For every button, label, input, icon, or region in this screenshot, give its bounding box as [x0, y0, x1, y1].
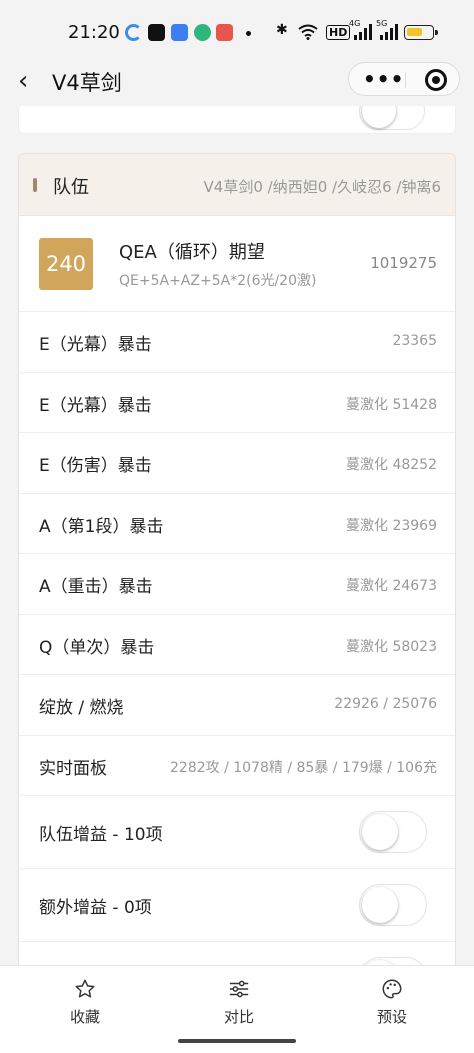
tab-label: 预设 — [376, 1008, 407, 1026]
main-row-subtitle: QE+5A+AZ+5A*2(6光/20激) — [119, 273, 317, 289]
status-time: 21:20 — [68, 22, 120, 43]
team-buff-label: 队伍增益 - 10项 — [39, 825, 163, 845]
row-label: 绽放 / 燃烧 — [39, 698, 124, 718]
home-indicator — [0, 1031, 474, 1053]
bottom-tab-bar: 收藏 对比 预设 — [0, 965, 474, 1031]
app-notification-icon — [148, 24, 165, 41]
sliders-icon — [229, 980, 249, 998]
signal-5g-label: 5G — [376, 19, 388, 28]
hd-icon: HD — [326, 25, 351, 40]
row-label: E（伤害）暴击 — [39, 456, 152, 476]
tab-label: 收藏 — [69, 1008, 100, 1026]
nav-bar: ‹ V4草剑 ••• — [0, 62, 474, 106]
header-accent-bar — [33, 178, 37, 192]
more-notifications-dot — [246, 31, 251, 36]
main-row-title: QEA（循环）期望 — [119, 242, 265, 263]
list-item[interactable]: E（光幕）暴击 23365 — [19, 312, 455, 373]
capsule-divider — [405, 72, 406, 88]
main-damage-row[interactable]: 240 QEA（循环）期望 QE+5A+AZ+5A*2(6光/20激) 1019… — [19, 216, 455, 312]
app-notification-icon — [216, 24, 233, 41]
star-icon — [75, 979, 95, 998]
row-label: A（重击）暴击 — [39, 577, 153, 597]
extra-buff-toggle[interactable] — [359, 884, 427, 926]
app-notification-icon — [171, 24, 188, 41]
signal-4g-label: 4G — [349, 19, 361, 28]
row-label: 实时面板 — [39, 758, 107, 779]
row-value: 蔓激化 24673 — [346, 578, 437, 594]
row-label: E（光幕）暴击 — [39, 395, 152, 416]
row-value: 蔓激化 23969 — [346, 517, 437, 534]
list-item[interactable]: Q（单次）暴击 蔓激化 58023 — [19, 615, 455, 675]
tab-presets[interactable]: 预设 — [313, 966, 471, 1032]
page-title: V4草剑 — [52, 71, 122, 95]
app-notification-icon — [125, 24, 142, 41]
main-row-value: 1019275 — [370, 254, 437, 272]
team-buff-row: 队伍增益 - 10项 — [19, 796, 455, 869]
close-icon[interactable] — [425, 69, 447, 91]
team-buff-toggle[interactable] — [359, 811, 427, 853]
tab-favorites[interactable]: 收藏 — [6, 966, 164, 1032]
list-item[interactable]: E（光幕）暴击 蔓激化 51428 — [19, 373, 455, 433]
list-item[interactable]: 实时面板 2282攻 / 1078精 / 85暴 / 179爆 / 106充 — [19, 736, 455, 796]
team-summary: V4草剑0 /纳西妲0 /久岐忍6 /钟离6 — [203, 178, 441, 196]
card-header: 队伍 V4草剑0 /纳西妲0 /久岐忍6 /钟离6 — [19, 154, 455, 216]
app-notification-icon — [194, 24, 211, 41]
level-badge: 240 — [39, 238, 93, 290]
back-icon[interactable]: ‹ — [18, 66, 28, 96]
bluetooth-icon: ✱ — [276, 22, 288, 38]
list-item[interactable]: A（第1段）暴击 蔓激化 23969 — [19, 494, 455, 554]
team-card: 队伍 V4草剑0 /纳西妲0 /久岐忍6 /钟离6 240 QEA（循环）期望 … — [18, 153, 456, 973]
extra-buff-row: 额外增益 - 0项 — [19, 869, 455, 942]
tab-label: 对比 — [223, 1008, 254, 1026]
tab-compare[interactable]: 对比 — [160, 966, 318, 1032]
status-bar: 21:20 ✱ HD 4G 5G — [0, 0, 474, 62]
wifi-icon — [298, 24, 318, 40]
list-item[interactable]: E（伤害）暴击 蔓激化 48252 — [19, 433, 455, 494]
row-value: 蔓激化 51428 — [346, 396, 437, 413]
row-value: 2282攻 / 1078精 / 85暴 / 179爆 / 106充 — [170, 759, 437, 776]
list-item[interactable]: A（重击）暴击 蔓激化 24673 — [19, 554, 455, 615]
battery-icon — [404, 25, 438, 40]
row-label: Q（单次）暴击 — [39, 637, 155, 658]
previous-card — [18, 106, 456, 134]
palette-icon — [382, 979, 402, 999]
extra-buff-label: 额外增益 - 0项 — [39, 898, 152, 918]
row-label: A（第1段）暴击 — [39, 516, 164, 537]
more-icon[interactable]: ••• — [363, 67, 404, 91]
row-value: 23365 — [392, 333, 437, 349]
toggle-switch[interactable] — [359, 106, 425, 130]
card-title: 队伍 — [53, 177, 89, 198]
row-value: 蔓激化 48252 — [346, 457, 437, 473]
row-value: 22926 / 25076 — [334, 696, 437, 712]
row-label: E（光幕）暴击 — [39, 335, 152, 355]
list-item[interactable]: 绽放 / 燃烧 22926 / 25076 — [19, 675, 455, 736]
mini-program-capsule: ••• — [348, 62, 460, 96]
row-value: 蔓激化 58023 — [346, 638, 437, 655]
